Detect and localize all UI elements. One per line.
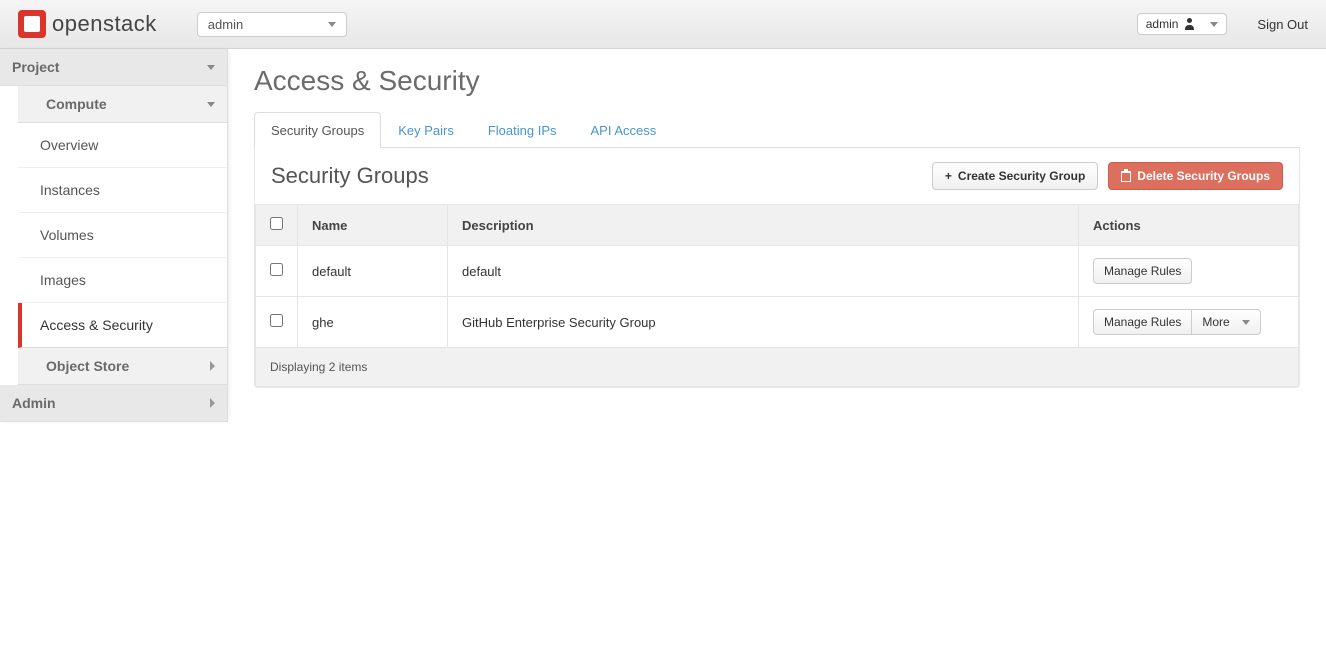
row-name: ghe [298, 297, 448, 348]
action-group: Manage Rules More [1093, 309, 1261, 335]
sidebar-subsection-compute[interactable]: Compute [18, 86, 227, 123]
main-content: Access & Security Security Groups Key Pa… [228, 49, 1326, 422]
row-description: GitHub Enterprise Security Group [448, 297, 1079, 348]
sidebar-item-volumes[interactable]: Volumes [18, 213, 227, 258]
row-actions: Manage Rules [1079, 246, 1299, 297]
chevron-down-icon [207, 65, 215, 70]
signout-link[interactable]: Sign Out [1257, 17, 1308, 32]
row-checkbox-cell [256, 297, 298, 348]
topbar-right: admin Sign Out [1137, 13, 1308, 35]
sidebar-section-label: Project [12, 59, 59, 75]
row-description: default [448, 246, 1079, 297]
brand-text: openstack [52, 11, 157, 37]
table-row: ghe GitHub Enterprise Security Group Man… [256, 297, 1299, 348]
more-actions-button[interactable]: More [1191, 309, 1260, 335]
chevron-down-icon [1242, 320, 1250, 325]
column-header-name[interactable]: Name [298, 205, 448, 246]
sidebar-item-instances[interactable]: Instances [18, 168, 227, 213]
tenant-selected-label: admin [208, 17, 243, 32]
trash-icon [1121, 171, 1131, 182]
sidebar-item-label: Volumes [40, 227, 94, 243]
column-header-checkbox [256, 205, 298, 246]
table-header-row: Name Description Actions [256, 205, 1299, 246]
security-groups-panel: Security Groups + Create Security Group … [254, 148, 1300, 388]
sidebar: Project Compute Overview Instances Volum… [0, 49, 228, 422]
button-label: Delete Security Groups [1137, 169, 1270, 183]
column-header-actions: Actions [1079, 205, 1299, 246]
row-checkbox-cell [256, 246, 298, 297]
header-actions: + Create Security Group Delete Security … [932, 162, 1283, 190]
more-label: More [1202, 315, 1229, 329]
security-groups-table: Name Description Actions default default… [255, 204, 1299, 387]
tenant-selector[interactable]: admin [197, 12, 347, 37]
column-header-description[interactable]: Description [448, 205, 1079, 246]
panel-title: Security Groups [271, 163, 429, 189]
manage-rules-button[interactable]: Manage Rules [1093, 309, 1191, 335]
tab-label: Floating IPs [488, 123, 557, 138]
chevron-down-icon [328, 22, 336, 27]
button-label: Create Security Group [958, 169, 1085, 183]
chevron-right-icon [210, 398, 215, 408]
sidebar-subsection-label: Object Store [46, 358, 129, 374]
sidebar-section-label: Admin [12, 395, 56, 411]
tab-api-access[interactable]: API Access [574, 112, 674, 148]
row-checkbox[interactable] [270, 263, 283, 276]
sidebar-item-label: Instances [40, 182, 100, 198]
topbar: openstack admin admin Sign Out [0, 0, 1326, 49]
tab-key-pairs[interactable]: Key Pairs [381, 112, 471, 148]
row-checkbox[interactable] [270, 314, 283, 327]
table-footer-text: Displaying 2 items [256, 348, 1299, 387]
row-actions: Manage Rules More [1079, 297, 1299, 348]
chevron-right-icon [210, 361, 215, 371]
delete-security-groups-button[interactable]: Delete Security Groups [1108, 162, 1283, 190]
user-label: admin [1146, 17, 1179, 31]
create-security-group-button[interactable]: + Create Security Group [932, 162, 1098, 190]
sidebar-section-project[interactable]: Project [0, 49, 227, 86]
table-footer-row: Displaying 2 items [256, 348, 1299, 387]
sidebar-subsection-label: Compute [46, 96, 107, 112]
panel-header: Security Groups + Create Security Group … [255, 148, 1299, 204]
tabs: Security Groups Key Pairs Floating IPs A… [254, 111, 1300, 148]
manage-rules-button[interactable]: Manage Rules [1093, 258, 1192, 284]
sidebar-item-access-security[interactable]: Access & Security [18, 303, 227, 348]
chevron-down-icon [1210, 22, 1218, 27]
chevron-down-icon [207, 102, 215, 107]
sidebar-subsection-object-store[interactable]: Object Store [18, 348, 227, 385]
tab-label: Key Pairs [398, 123, 454, 138]
sidebar-item-overview[interactable]: Overview [18, 123, 227, 168]
brand-logo[interactable]: openstack [18, 10, 157, 38]
select-all-checkbox[interactable] [270, 217, 283, 230]
row-name: default [298, 246, 448, 297]
openstack-logo-icon [18, 10, 46, 38]
nav-items: Overview Instances Volumes Images Access… [18, 123, 227, 348]
sidebar-section-admin[interactable]: Admin [0, 385, 227, 422]
tab-floating-ips[interactable]: Floating IPs [471, 112, 574, 148]
sidebar-item-label: Images [40, 272, 86, 288]
page-title: Access & Security [254, 65, 1300, 97]
person-icon [1184, 18, 1196, 30]
tab-security-groups[interactable]: Security Groups [254, 112, 381, 148]
sidebar-item-label: Access & Security [40, 317, 153, 333]
table-row: default default Manage Rules [256, 246, 1299, 297]
sidebar-item-images[interactable]: Images [18, 258, 227, 303]
tab-label: Security Groups [271, 123, 364, 138]
plus-icon: + [945, 169, 952, 183]
user-menu-button[interactable]: admin [1137, 13, 1228, 35]
tab-label: API Access [591, 123, 657, 138]
sidebar-item-label: Overview [40, 137, 98, 153]
